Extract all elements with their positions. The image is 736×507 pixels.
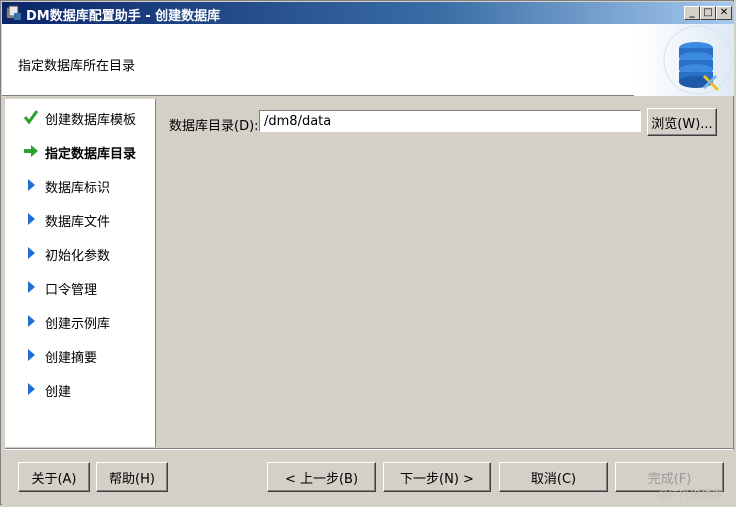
step-label: 初始化参数 (45, 249, 111, 264)
triangle-right-icon (28, 179, 35, 191)
next-button[interactable]: 下一步(N) > (383, 462, 491, 492)
database-logo-icon (634, 24, 734, 96)
prev-button[interactable]: < 上一步(B) (267, 462, 376, 492)
about-label: 关于(A) (31, 471, 77, 487)
about-button[interactable]: 关于(A) (18, 462, 90, 492)
step-label: 创建 (45, 385, 72, 400)
finish-label: 完成(F) (647, 471, 692, 487)
db-dir-input[interactable] (259, 110, 641, 132)
step-label: 创建示例库 (45, 317, 111, 332)
step-item: 创建示例库 (5, 309, 155, 333)
triangle-right-icon (28, 315, 35, 327)
triangle-right-icon (28, 213, 35, 225)
window-title: DM数据库配置助手 - 创建数据库 (26, 9, 221, 24)
wizard-header: 指定数据库所在目录 (2, 24, 734, 96)
step-item: 创建摘要 (5, 343, 155, 367)
browse-button[interactable]: 浏览(W)... (647, 108, 717, 136)
minimize-button[interactable]: _ (684, 6, 700, 20)
step-label: 口令管理 (45, 283, 98, 298)
triangle-right-icon (28, 383, 35, 395)
step-item: 数据库文件 (5, 207, 155, 231)
step-item: 口令管理 (5, 275, 155, 299)
cancel-label: 取消(C) (530, 471, 577, 487)
page-subtitle: 指定数据库所在目录 (18, 59, 136, 74)
title-bar[interactable]: DM数据库配置助手 - 创建数据库 _ □ ✕ (2, 2, 734, 24)
maximize-button[interactable]: □ (700, 6, 716, 20)
arrow-right-icon (24, 145, 38, 157)
triangle-right-icon (28, 349, 35, 361)
help-label: 帮助(H) (109, 471, 155, 487)
prev-label: < 上一步(B) (284, 471, 359, 487)
dialog-window: DM数据库配置助手 - 创建数据库 _ □ ✕ 指定数据库所在目录 创建数据库模… (0, 0, 734, 505)
step-item: 初始化参数 (5, 241, 155, 265)
close-button[interactable]: ✕ (716, 6, 732, 20)
steps-sidebar: 创建数据库模板 指定数据库目录 数据库标识数据库文件初始化参数口令管理创建示例库创建… (5, 99, 156, 447)
step-item: 指定数据库目录 (5, 139, 155, 163)
cancel-button[interactable]: 取消(C) (499, 462, 608, 492)
check-icon (23, 110, 39, 125)
step-label: 指定数据库目录 (45, 147, 137, 162)
footer: 关于(A) 帮助(H) < 上一步(B) 下一步(N) > 取消(C) 完成(F… (2, 450, 734, 505)
main-panel: 数据库目录(D): 浏览(W)... (157, 99, 733, 447)
step-label: 数据库文件 (45, 215, 111, 230)
triangle-right-icon (28, 247, 35, 259)
db-dir-label: 数据库目录(D): (169, 119, 259, 134)
step-item: 数据库标识 (5, 173, 155, 197)
step-label: 创建数据库模板 (45, 113, 137, 128)
step-label: 创建摘要 (45, 351, 98, 366)
step-label: 数据库标识 (45, 181, 111, 196)
step-item: 创建数据库模板 (5, 105, 155, 129)
next-label: 下一步(N) > (400, 471, 474, 487)
browse-label: 浏览(W)... (651, 116, 713, 132)
triangle-right-icon (28, 281, 35, 293)
help-button[interactable]: 帮助(H) (96, 462, 168, 492)
app-icon (6, 5, 21, 20)
watermark: @ITPUB博客 (657, 488, 723, 501)
step-item: 创建 (5, 377, 155, 401)
